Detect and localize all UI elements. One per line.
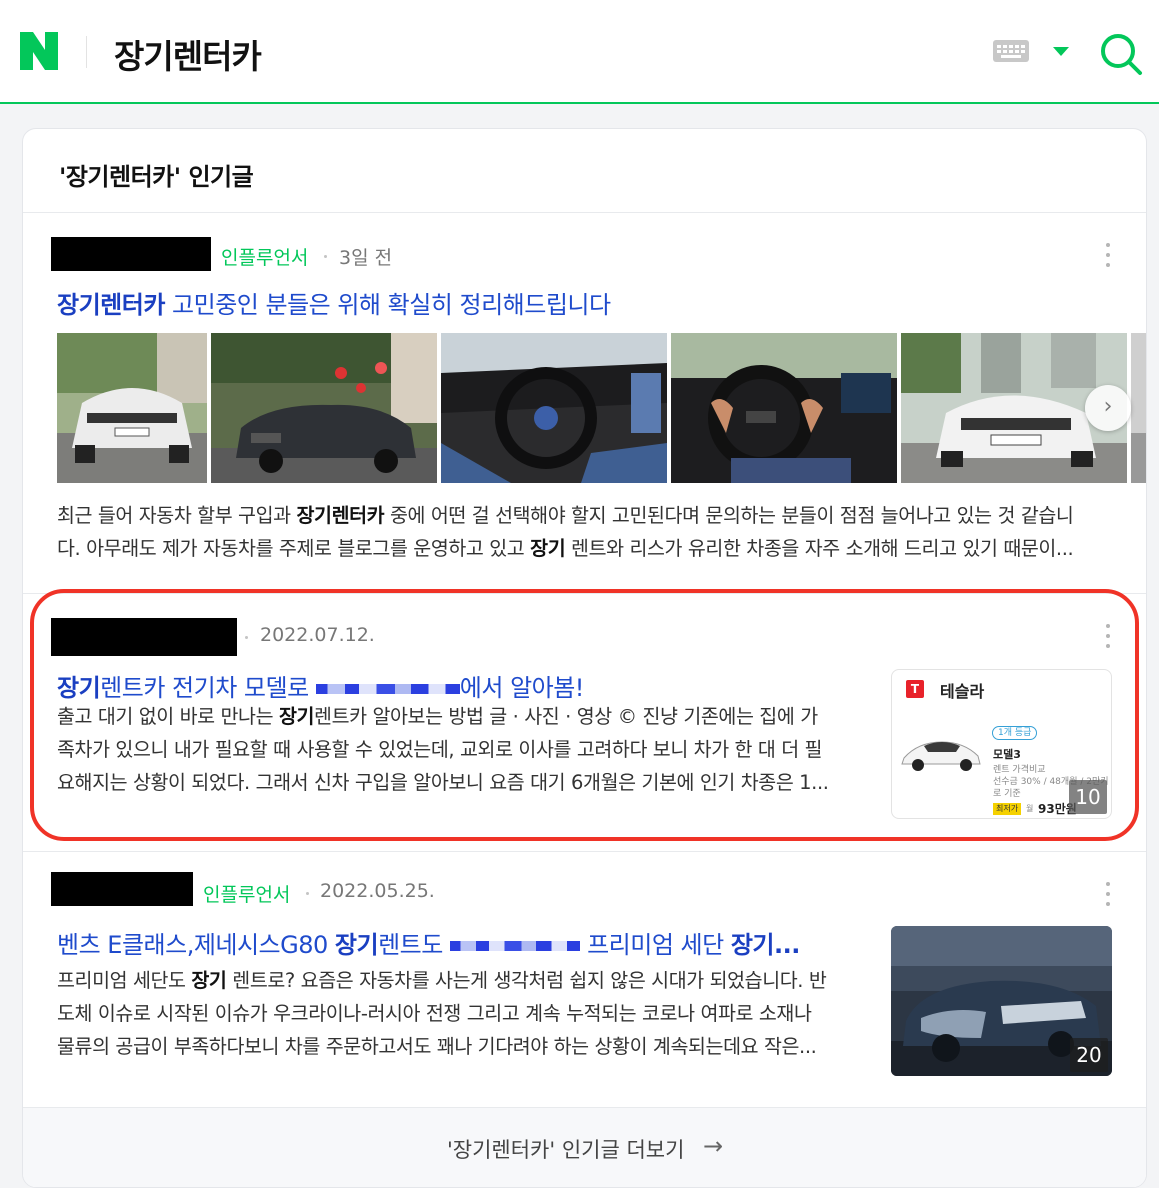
- kebab-menu-icon[interactable]: [1106, 243, 1111, 273]
- redacted-author: [51, 618, 237, 656]
- influencer-badge[interactable]: 인플루언서: [221, 243, 308, 270]
- post-date: 3일 전: [339, 247, 393, 269]
- post-snippet: 프리미엄 세단도 장기 렌트로? 요즘은 자동차를 사는게 생각처럼 쉽지 않은…: [57, 969, 827, 1058]
- car-image: [901, 741, 981, 771]
- pixelated-text: [315, 684, 460, 694]
- post-title[interactable]: 벤츠 E클래스,제네시스G80 장기렌트도 프리미엄 세단 장기...: [57, 925, 800, 960]
- search-icon[interactable]: [1099, 32, 1143, 76]
- caret-down-icon[interactable]: [1053, 47, 1069, 56]
- thumbnail-image[interactable]: [211, 333, 437, 483]
- post-item-2: 2022.07.12. 장기렌트카 전기차 모델로 에서 알아봄! 출고 대기 …: [23, 594, 1146, 849]
- search-header: 장기렌터카: [0, 0, 1159, 104]
- post-item-3: 인플루언서 2022.05.25. 벤츠 E클래스,제네시스G80 장기렌트도 …: [23, 852, 1146, 1107]
- thumbnail-image[interactable]: [441, 333, 667, 483]
- header-divider: [86, 36, 87, 68]
- meta-separator: [324, 255, 327, 258]
- kebab-menu-icon[interactable]: [1106, 624, 1111, 654]
- chevron-right-icon[interactable]: ›: [1085, 385, 1131, 431]
- redacted-author: [51, 872, 193, 906]
- post-date: 2022.07.12.: [260, 624, 375, 646]
- meta-separator: [306, 892, 309, 895]
- naver-logo[interactable]: [20, 32, 58, 70]
- post-date: 2022.05.25.: [320, 880, 435, 902]
- section-title: '장기렌터카' 인기글: [59, 163, 254, 191]
- image-carousel[interactable]: [57, 333, 1146, 483]
- kebab-menu-icon[interactable]: [1106, 882, 1111, 912]
- keyboard-icon[interactable]: [993, 40, 1029, 62]
- post-title[interactable]: 장기렌트카 전기차 모델로 에서 알아봄!: [57, 668, 584, 703]
- image-count-badge: 10: [1069, 780, 1107, 814]
- popular-posts-card: '장기렌터카' 인기글 인플루언서 3일 전 장기렌터카 고민중인 분들은 위해…: [22, 128, 1147, 1188]
- per-month-label: 월: [1026, 804, 1034, 813]
- product-subtext: 로 기준: [993, 789, 1021, 799]
- redacted-author: [51, 237, 211, 271]
- influencer-badge[interactable]: 인플루언서: [203, 880, 290, 907]
- more-posts-button[interactable]: '장기렌터카' 인기글 더보기 →: [23, 1107, 1146, 1187]
- post-title[interactable]: 장기렌터카 고민중인 분들은 위해 확실히 정리해드립니다: [57, 285, 611, 320]
- tesla-logo-icon: T: [906, 680, 924, 698]
- rental-product-card[interactable]: T 테슬라 1개 등급 모델3 렌트 가격비교 선수금 30% / 48개월 /…: [891, 669, 1112, 819]
- brand-name: 테슬라: [940, 682, 985, 701]
- post-snippet: 최근 들어 자동차 할부 구입과 장기렌터카 중에 어떤 걸 선택해야 할지 고…: [57, 504, 1074, 560]
- post-snippet: 출고 대기 없이 바로 만나는 장기렌트카 알아보는 방법 글 · 사진 · 영…: [57, 705, 829, 794]
- more-posts-label: '장기렌터카' 인기글 더보기: [447, 1138, 685, 1162]
- lowest-price-badge: 최저가: [993, 803, 1022, 815]
- pixelated-text: [449, 941, 580, 951]
- image-count-badge: 20: [1070, 1038, 1108, 1072]
- thumbnail-image[interactable]: 20: [891, 926, 1112, 1076]
- model-name: 모델3: [993, 748, 1021, 761]
- search-query[interactable]: 장기렌터카: [114, 30, 262, 78]
- thumbnail-image[interactable]: [671, 333, 897, 483]
- arrow-right-icon: →: [703, 1132, 724, 1160]
- thumbnail-image[interactable]: [1131, 333, 1146, 483]
- thumbnail-image[interactable]: [57, 333, 207, 483]
- grade-badge: 1개 등급: [992, 726, 1038, 740]
- meta-separator: [245, 636, 248, 639]
